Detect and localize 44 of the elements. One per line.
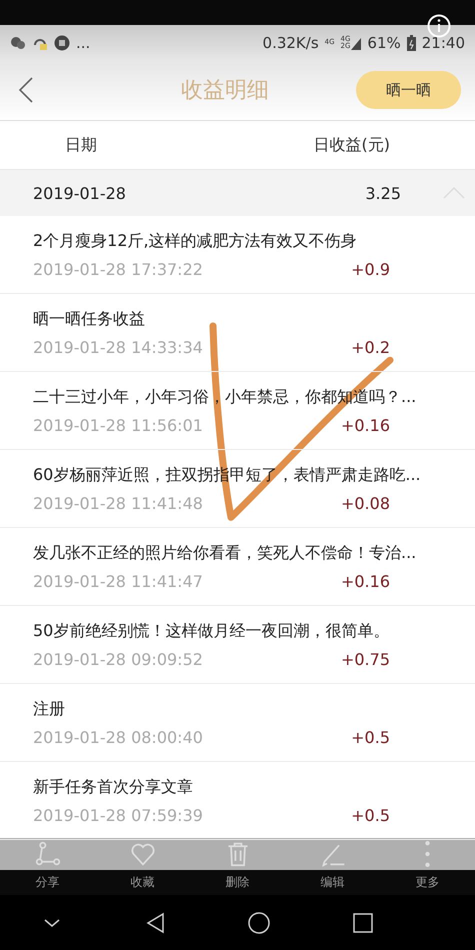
entry-time: 2019-01-28 11:56:01 bbox=[33, 416, 203, 434]
entry-time: 2019-01-28 14:33:34 bbox=[33, 338, 203, 356]
entry-amount: +0.5 bbox=[351, 728, 390, 746]
more-icon bbox=[425, 841, 430, 867]
info-icon[interactable] bbox=[427, 14, 451, 38]
column-header: 日期 bbox=[65, 134, 97, 156]
chat-app-icon bbox=[10, 34, 26, 50]
clock: 21:40 bbox=[422, 34, 465, 52]
entry-time: 2019-01-28 08:00:40 bbox=[33, 728, 203, 746]
entry-time: 2019-01-28 09:09:52 bbox=[33, 650, 203, 668]
entry-time: 2019-01-28 07:59:39 bbox=[33, 806, 203, 824]
battery-level: 61% bbox=[367, 34, 401, 52]
date-group-row[interactable]: 2019-01-28 3.25 bbox=[0, 170, 475, 216]
entry-title: 新手任务首次分享文章 bbox=[33, 776, 194, 798]
share-button[interactable]: 晒一晒 bbox=[356, 71, 461, 109]
network-speed: 0.32K/s bbox=[262, 34, 319, 52]
recents-icon[interactable] bbox=[351, 910, 376, 934]
entry-amount: +0.9 bbox=[351, 260, 390, 278]
battery-icon bbox=[406, 34, 416, 50]
entry-amount: +0.16 bbox=[340, 572, 390, 590]
signal-icon bbox=[351, 38, 362, 50]
heart-icon bbox=[130, 841, 156, 867]
home-icon[interactable] bbox=[247, 910, 272, 934]
entry-amount: +0.75 bbox=[340, 650, 390, 668]
entry-amount: +0.5 bbox=[351, 806, 390, 824]
page-title: 收益明细 bbox=[180, 77, 270, 105]
group-total: 3.25 bbox=[365, 184, 401, 202]
app-icon bbox=[54, 34, 70, 50]
entry-title: 50岁前绝经别慌！这样做月经一夜回潮，很简单。 bbox=[33, 620, 390, 642]
more-notifications: ... bbox=[76, 34, 90, 52]
entry-time: 2019-01-28 11:41:47 bbox=[33, 572, 203, 590]
entry-title: 晒一晒任务收益 bbox=[33, 308, 146, 330]
back-icon[interactable] bbox=[18, 77, 34, 103]
entry-time: 2019-01-28 17:37:22 bbox=[33, 260, 203, 278]
entry-amount: +0.08 bbox=[340, 494, 390, 512]
entry-title: 注册 bbox=[33, 698, 66, 720]
entry-title: 发几张不正经的照片给你看看，笑死人不偿命！专治... bbox=[33, 542, 418, 564]
entry-time: 2019-01-28 11:41:48 bbox=[33, 494, 203, 512]
group-date: 2019-01-28 bbox=[33, 184, 127, 202]
entry-title: 2个月瘦身12斤,这样的减肥方法有效又不伤身 bbox=[33, 230, 358, 252]
entry-amount: +0.16 bbox=[340, 416, 390, 434]
share-icon bbox=[34, 841, 60, 867]
column-header: 日收益(元) bbox=[314, 134, 390, 156]
entry-amount: +0.2 bbox=[351, 338, 390, 356]
